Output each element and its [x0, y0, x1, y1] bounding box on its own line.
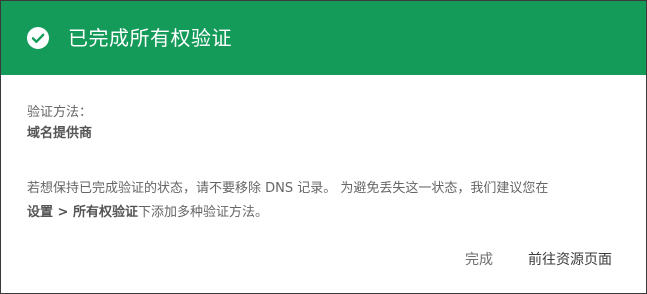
verification-method-label: 验证方法： — [27, 105, 93, 120]
info-line-2: 设置 > 所有权验证下添加多种验证方法。 — [27, 201, 627, 225]
info-line-2-rest: 下添加多种验证方法。 — [137, 205, 268, 220]
info-line-1: 若想保持已完成验证的状态，请不要移除 DNS 记录。 为避免丢失这一状态，我们建… — [27, 181, 549, 196]
verification-complete-dialog: 已完成所有权验证 验证方法： 域名提供商 若想保持已完成验证的状态，请不要移除 … — [0, 0, 647, 294]
verification-method-value: 域名提供商 — [27, 126, 93, 141]
info-text: 若想保持已完成验证的状态，请不要移除 DNS 记录。 为避免丢失这一状态，我们建… — [27, 177, 627, 225]
go-to-property-button[interactable]: 前往资源页面 — [528, 248, 612, 270]
dialog-title: 已完成所有权验证 — [68, 26, 232, 50]
dialog-header: 已完成所有权验证 — [1, 1, 646, 75]
settings-path: 设置 > 所有权验证 — [27, 205, 138, 220]
done-button[interactable]: 完成 — [465, 248, 493, 270]
check-circle-icon — [27, 27, 49, 49]
